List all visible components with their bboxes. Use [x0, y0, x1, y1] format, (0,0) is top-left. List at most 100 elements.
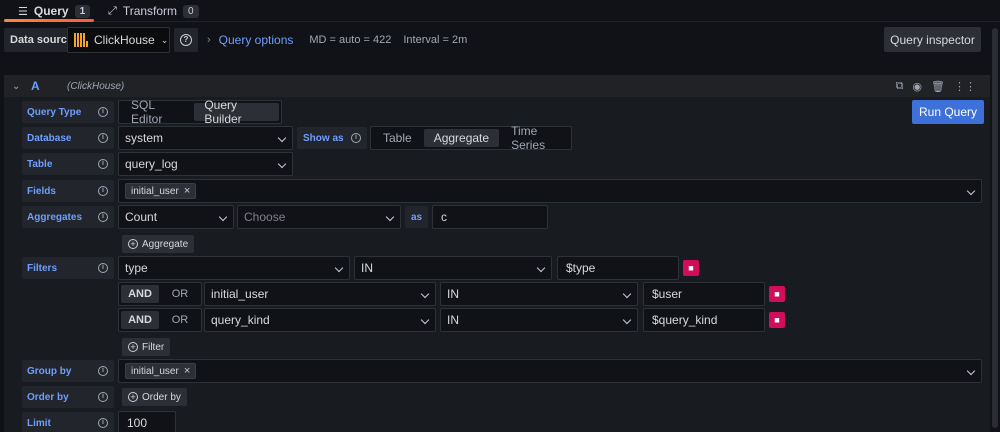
show-as-time-series[interactable]: Time Series — [501, 124, 569, 152]
delete-filter-button[interactable]: ■ — [769, 312, 785, 328]
info-icon: i — [351, 133, 361, 143]
order-by-label-text: Order by — [27, 391, 69, 403]
table-select[interactable]: query_log — [118, 152, 293, 176]
query-type-label: Query Type i — [22, 101, 114, 123]
add-filter-button[interactable]: + Filter — [122, 338, 171, 356]
limit-label-text: Limit — [27, 417, 51, 429]
filter-operator-select[interactable]: IN — [440, 308, 638, 332]
info-icon: i — [98, 366, 108, 376]
query-datasource-name: (ClickHouse) — [67, 80, 125, 92]
plus-circle-icon: + — [128, 342, 138, 352]
info-icon: i — [98, 159, 108, 169]
filter-operator-value: IN — [361, 261, 373, 275]
query-inspector-button[interactable]: Query inspector — [884, 27, 981, 52]
database-label-text: Database — [27, 132, 72, 144]
tab-transform-label: Transform — [122, 4, 178, 18]
eye-icon[interactable]: ◉ — [912, 80, 922, 93]
filter-logic-switch: AND OR — [118, 308, 202, 332]
aggregate-function-select[interactable]: Count — [118, 205, 234, 229]
order-by-label: Order by i — [22, 386, 114, 408]
remove-chip-icon[interactable]: × — [184, 185, 190, 197]
info-icon: i — [98, 263, 108, 273]
filter-logic-and[interactable]: AND — [121, 285, 159, 303]
chevron-down-icon — [218, 212, 228, 222]
chevron-down-icon — [966, 366, 976, 376]
filter-field-value: initial_user — [211, 287, 269, 301]
filter-field-select[interactable]: type — [118, 256, 350, 280]
filter-logic-or[interactable]: OR — [161, 285, 199, 303]
database-select[interactable]: system — [118, 126, 293, 150]
database-value: system — [125, 131, 164, 145]
query-tab-bar: ☰ Query 1 ⤢ Transform 0 — [0, 0, 1000, 22]
remove-chip-icon[interactable]: × — [184, 365, 190, 377]
table-value: query_log — [125, 157, 178, 171]
trash-icon: ■ — [774, 315, 780, 325]
plus-circle-icon: + — [128, 239, 138, 249]
trash-icon: ■ — [774, 289, 780, 299]
help-button[interactable]: ? — [174, 28, 198, 52]
run-query-button[interactable]: Run Query — [912, 100, 984, 124]
tab-transform-count: 0 — [183, 4, 199, 18]
scrollbar[interactable] — [992, 28, 998, 428]
chevron-down-icon — [420, 289, 430, 299]
active-tab-indicator — [4, 19, 94, 22]
delete-filter-button[interactable]: ■ — [769, 286, 785, 302]
aggregate-alias-input[interactable]: c — [432, 205, 548, 229]
add-filter-label: Filter — [142, 341, 165, 353]
chevron-down-icon — [622, 289, 632, 299]
fields-multiselect[interactable]: initial_user × — [118, 179, 982, 203]
filter-field-select[interactable]: query_kind — [204, 308, 436, 332]
query-name[interactable]: A — [31, 79, 40, 93]
filter-operator-select[interactable]: IN — [354, 256, 552, 280]
table-label: Table i — [22, 153, 114, 175]
group-by-multiselect[interactable]: initial_user × — [118, 359, 982, 383]
filter-field-value: query_kind — [211, 313, 270, 327]
filter-logic-or[interactable]: OR — [161, 311, 199, 329]
chevron-down-icon — [622, 315, 632, 325]
add-aggregate-button[interactable]: + Aggregate — [122, 235, 195, 253]
query-type-label-text: Query Type — [27, 106, 82, 118]
question-icon: ? — [180, 34, 192, 46]
trash-icon[interactable]: 🗑 — [931, 80, 945, 93]
filter-logic-and[interactable]: AND — [121, 311, 159, 329]
collapse-chevron-icon[interactable]: ⌄ — [12, 81, 20, 92]
drag-handle-icon[interactable]: ⋮⋮ — [954, 80, 976, 93]
chevron-down-icon — [277, 159, 287, 169]
query-type-switch: SQL Editor Query Builder — [118, 98, 282, 126]
chevron-down-icon — [420, 315, 430, 325]
datasource-picker[interactable]: ClickHouse ⌄ — [67, 27, 170, 53]
info-icon: i — [98, 392, 108, 402]
duplicate-icon[interactable]: ⧉ — [896, 80, 904, 93]
chevron-down-icon — [277, 133, 287, 143]
query-type-query-builder[interactable]: Query Builder — [194, 98, 279, 126]
add-aggregate-label: Aggregate — [142, 238, 189, 250]
delete-filter-button[interactable]: ■ — [683, 260, 699, 276]
add-order-by-button[interactable]: + Order by — [122, 388, 187, 406]
tab-transform[interactable]: ⤢ Transform 0 — [108, 0, 199, 22]
show-as-switch: Table Aggregate Time Series — [370, 124, 572, 152]
limit-input[interactable]: 100 — [118, 411, 176, 432]
group-by-chip: initial_user × — [125, 363, 197, 379]
group-by-chip-label: initial_user — [131, 365, 179, 377]
filter-operator-select[interactable]: IN — [440, 282, 638, 306]
filter-logic-switch: AND OR — [118, 282, 202, 306]
filter-field-select[interactable]: initial_user — [204, 282, 436, 306]
filter-value-input[interactable]: $query_kind — [643, 308, 765, 332]
chevron-down-icon — [334, 263, 344, 273]
query-options[interactable]: › Query options MD = auto = 422 Interval… — [207, 33, 467, 47]
show-as-aggregate[interactable]: Aggregate — [423, 129, 500, 147]
show-as-table[interactable]: Table — [373, 129, 422, 147]
filter-value-input[interactable]: $user — [643, 282, 765, 306]
aggregate-column-placeholder: Choose — [244, 210, 286, 224]
field-chip-label: initial_user — [131, 185, 179, 197]
field-chip: initial_user × — [125, 183, 197, 199]
database-label: Database i — [22, 127, 114, 149]
tab-query-count: 1 — [74, 4, 91, 18]
query-type-sql-editor[interactable]: SQL Editor — [121, 98, 192, 126]
show-as-label: Show as i — [297, 127, 367, 149]
aggregate-column-select[interactable]: Choose — [237, 205, 401, 229]
chevron-down-icon: ⌄ — [160, 34, 169, 45]
filter-value-input[interactable]: $type — [557, 256, 679, 280]
query-row-header[interactable]: ⌄ A (ClickHouse) ⧉ ◉ 🗑 ⋮⋮ — [4, 75, 990, 97]
tab-query-label: Query — [33, 4, 69, 18]
